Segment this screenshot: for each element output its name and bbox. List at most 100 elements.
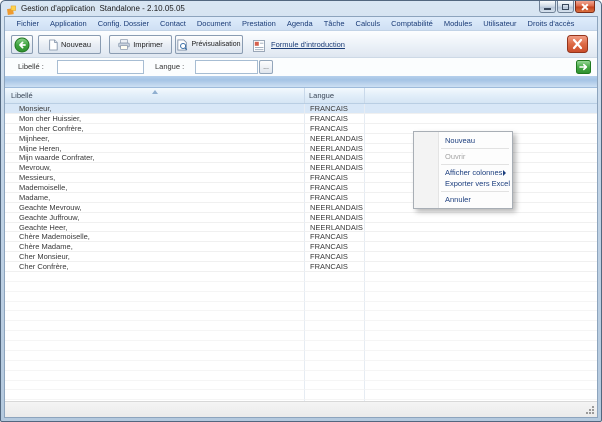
resize-grip[interactable] xyxy=(585,405,595,415)
langue-browse-button[interactable]: ... xyxy=(259,60,273,74)
cell-libelle xyxy=(5,341,305,351)
menu-item-application[interactable]: Application xyxy=(45,17,93,30)
cell-langue[interactable]: NEERLANDAIS xyxy=(305,203,365,213)
menu-item-agenda[interactable]: Agenda xyxy=(281,17,318,30)
cell-libelle[interactable]: Madame, xyxy=(5,193,305,203)
menu-item-comptabilite[interactable]: Comptabilité xyxy=(386,17,439,30)
previsualisation-button[interactable]: Prévisualisation xyxy=(175,35,243,54)
cell-filler[interactable] xyxy=(365,252,597,262)
cell-filler[interactable] xyxy=(365,262,597,272)
maximize-button[interactable] xyxy=(557,1,574,13)
table-row[interactable]: Geachte Juffrouw,NEERLANDAIS xyxy=(5,213,597,223)
table-row xyxy=(5,311,597,321)
cell-langue[interactable]: FRANCAIS xyxy=(305,114,365,124)
libelle-filter-input[interactable] xyxy=(57,60,144,74)
nouveau-button[interactable]: Nouveau xyxy=(38,35,101,54)
cell-libelle[interactable]: Geachte Mevrouw, xyxy=(5,203,305,213)
menu-item-calculs[interactable]: Calculs xyxy=(350,17,386,30)
table-row[interactable]: Mon cher Huissier,FRANCAIS xyxy=(5,114,597,124)
langue-filter-input[interactable] xyxy=(195,60,258,74)
cell-langue[interactable]: NEERLANDAIS xyxy=(305,134,365,144)
cell-libelle[interactable]: Cher Confrère, xyxy=(5,262,305,272)
menu-item-fichier[interactable]: Fichier xyxy=(11,17,45,30)
cell-libelle[interactable]: Geachte Heer, xyxy=(5,223,305,233)
menu-item-config-dossier[interactable]: Config. Dossier xyxy=(92,17,154,30)
title-bar: Gestion d'application Standalone - 2.10.… xyxy=(1,1,601,16)
menu-item-tache[interactable]: Tâche xyxy=(318,17,350,30)
context-menu-item-exporter-vers-excel[interactable]: Exporter vers Excel xyxy=(414,178,512,189)
cell-libelle[interactable]: Chère Madame, xyxy=(5,242,305,252)
column-header-langue[interactable]: Langue xyxy=(305,88,365,103)
cell-filler xyxy=(365,302,597,312)
cell-langue[interactable]: FRANCAIS xyxy=(305,232,365,242)
table-row[interactable]: Cher Confrère,FRANCAIS xyxy=(5,262,597,272)
cell-filler[interactable] xyxy=(365,114,597,124)
cell-langue xyxy=(305,272,365,282)
table-row[interactable]: Chère Mademoiselle,FRANCAIS xyxy=(5,232,597,242)
cell-langue[interactable]: FRANCAIS xyxy=(305,183,365,193)
close-window-button[interactable] xyxy=(575,1,595,13)
cell-libelle[interactable]: Mon cher Confrère, xyxy=(5,124,305,134)
cell-langue[interactable]: FRANCAIS xyxy=(305,193,365,203)
context-menu-item-annuler[interactable]: Annuler xyxy=(414,194,512,205)
cell-libelle[interactable]: Mon cher Huissier, xyxy=(5,114,305,124)
cell-libelle xyxy=(5,282,305,292)
cell-libelle[interactable]: Mijnheer, xyxy=(5,134,305,144)
context-menu-item-afficher-colonnes[interactable]: Afficher colonnes xyxy=(414,167,512,178)
cell-libelle[interactable]: Chère Mademoiselle, xyxy=(5,232,305,242)
formule-introduction-link[interactable]: Formule d'introduction xyxy=(271,40,345,49)
cell-langue xyxy=(305,331,365,341)
cell-libelle[interactable]: Mijn waarde Confrater, xyxy=(5,153,305,163)
cell-langue[interactable]: NEERLANDAIS xyxy=(305,144,365,154)
cell-langue[interactable]: FRANCAIS xyxy=(305,104,365,114)
cell-langue[interactable]: FRANCAIS xyxy=(305,173,365,183)
cell-langue xyxy=(305,302,365,312)
cell-filler[interactable] xyxy=(365,104,597,114)
close-view-button[interactable] xyxy=(567,35,588,53)
cell-libelle[interactable]: Monsieur, xyxy=(5,104,305,114)
cell-langue[interactable]: NEERLANDAIS xyxy=(305,163,365,173)
cell-libelle[interactable]: Cher Monsieur, xyxy=(5,252,305,262)
column-header-libelle[interactable]: Libellé xyxy=(5,88,305,103)
cell-filler[interactable] xyxy=(365,232,597,242)
cell-langue[interactable]: FRANCAIS xyxy=(305,242,365,252)
cell-langue[interactable]: NEERLANDAIS xyxy=(305,153,365,163)
minimize-button[interactable] xyxy=(539,1,556,13)
app-icon[interactable] xyxy=(6,3,17,14)
menu-item-contact[interactable]: Contact xyxy=(155,17,192,30)
table-row[interactable]: Monsieur,FRANCAIS xyxy=(5,104,597,114)
menu-item-droits-d-acces[interactable]: Droits d'accès xyxy=(522,17,580,30)
cell-filler[interactable] xyxy=(365,213,597,223)
cell-langue xyxy=(305,361,365,371)
cell-filler[interactable] xyxy=(365,223,597,233)
table-row[interactable]: Chère Madame,FRANCAIS xyxy=(5,242,597,252)
menu-item-utilisateur[interactable]: Utilisateur xyxy=(478,17,522,30)
menu-item-prestation[interactable]: Prestation xyxy=(237,17,282,30)
cell-libelle[interactable]: Geachte Juffrouw, xyxy=(5,213,305,223)
cell-langue[interactable]: FRANCAIS xyxy=(305,124,365,134)
cell-langue[interactable]: NEERLANDAIS xyxy=(305,213,365,223)
cell-libelle[interactable]: Messieurs, xyxy=(5,173,305,183)
menu-separator xyxy=(441,191,509,192)
table-row[interactable]: Cher Monsieur,FRANCAIS xyxy=(5,252,597,262)
table-row xyxy=(5,302,597,312)
cell-langue[interactable]: FRANCAIS xyxy=(305,262,365,272)
status-bar xyxy=(5,401,597,417)
table-row xyxy=(5,272,597,282)
cell-filler xyxy=(365,390,597,400)
cell-langue[interactable]: FRANCAIS xyxy=(305,252,365,262)
table-row[interactable]: Geachte Heer,NEERLANDAIS xyxy=(5,223,597,233)
context-menu-item-nouveau[interactable]: Nouveau xyxy=(414,135,512,146)
search-go-button[interactable] xyxy=(576,60,591,74)
cell-libelle[interactable]: Mevrouw, xyxy=(5,163,305,173)
cell-libelle[interactable]: Mademoiselle, xyxy=(5,183,305,193)
menu-item-modules[interactable]: Modules xyxy=(438,17,477,30)
cell-langue[interactable]: NEERLANDAIS xyxy=(305,223,365,233)
context-menu-item-ouvrir: Ouvrir xyxy=(414,151,512,162)
imprimer-button[interactable]: Imprimer xyxy=(109,35,172,54)
table-row xyxy=(5,292,597,302)
cell-filler[interactable] xyxy=(365,242,597,252)
menu-item-document[interactable]: Document xyxy=(191,17,236,30)
back-button[interactable] xyxy=(11,35,33,54)
cell-libelle[interactable]: Mijne Heren, xyxy=(5,144,305,154)
